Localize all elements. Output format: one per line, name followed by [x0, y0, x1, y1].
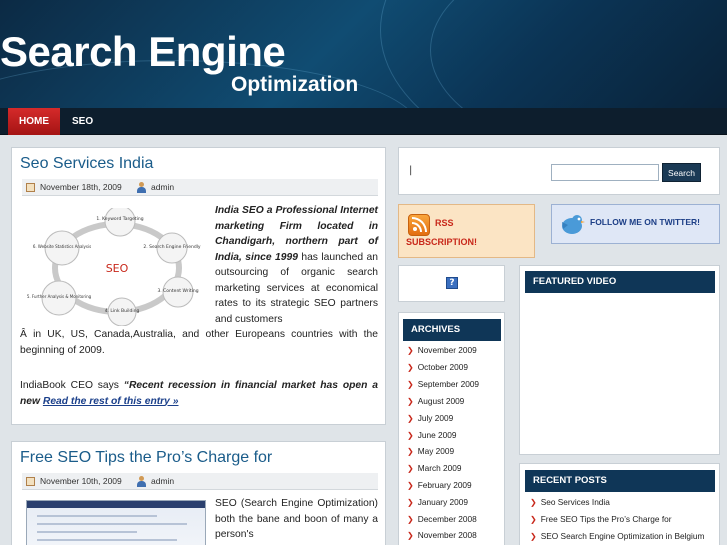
post-author[interactable]: admin [151, 473, 174, 490]
search-label: | [409, 165, 413, 176]
post-quote: IndiaBook CEO says “Recent recession in … [20, 378, 378, 409]
user-icon [136, 182, 147, 193]
archive-item[interactable]: ❯ October 2009 [407, 362, 468, 372]
arrow-bullet-icon: ❯ [530, 515, 537, 524]
nav-item-home[interactable]: HOME [8, 108, 60, 135]
recent-post-link[interactable]: ❯ SEO Search Engine Optimization in Belgi… [530, 531, 704, 541]
recent-posts-title: RECENT POSTS [525, 470, 715, 492]
recent-post-link[interactable]: ❯ Seo Services India [530, 497, 610, 507]
diagram-step: 6. Website Statistics Analysis [33, 244, 91, 249]
diagram-step: 2. Search Engine Friendly [143, 244, 201, 250]
search-button[interactable]: Search [662, 163, 701, 182]
twitter-label[interactable]: FOLLOW ME ON TWITTER! [590, 217, 700, 227]
archive-item[interactable]: ❯ December 2008 [407, 514, 477, 524]
archive-item[interactable]: ❯ February 2009 [407, 480, 472, 490]
post-title[interactable]: Free SEO Tips the Pro’s Charge for [20, 449, 272, 467]
diagram-step: 5. Further Analysis & Monitoring [27, 294, 92, 299]
header-swirl [430, 0, 727, 108]
post-author[interactable]: admin [151, 179, 174, 196]
arrow-bullet-icon: ❯ [407, 397, 414, 406]
archive-item[interactable]: ❯ November 2009 [407, 345, 477, 355]
arrow-bullet-icon: ❯ [407, 498, 414, 507]
arrow-bullet-icon: ❯ [407, 431, 414, 440]
arrow-bullet-icon: ❯ [407, 380, 414, 389]
archive-item[interactable]: ❯ January 2009 [407, 497, 468, 507]
archives-widget: ARCHIVES ❯ November 2009 ❯ October 2009 ❯ S… [398, 312, 505, 545]
post-thumbnail [26, 500, 206, 545]
rss-label-sub[interactable]: SUBSCRIPTION! [406, 237, 477, 247]
diagram-step: 3. Content Writing [157, 288, 198, 294]
calendar-icon [26, 183, 35, 192]
site-header: Search Engine Optimization [0, 0, 727, 108]
post-excerpt: India SEO a Professional Internet market… [215, 203, 378, 327]
diagram-center-label: SEO [106, 262, 129, 275]
arrow-bullet-icon: ❯ [407, 464, 414, 473]
arrow-bullet-icon: ❯ [407, 363, 414, 372]
post-title[interactable]: Seo Services India [20, 155, 153, 173]
featured-video-widget: FEATURED VIDEO [519, 265, 720, 455]
arrow-bullet-icon: ❯ [407, 481, 414, 490]
recent-posts-widget: RECENT POSTS ❯ Seo Services India ❯ Free S… [519, 463, 720, 545]
post-excerpt-cont: Â in UK, US, Canada,Australia, and other… [20, 329, 378, 356]
twitter-follow[interactable]: FOLLOW ME ON TWITTER! [551, 204, 720, 244]
read-more-link[interactable]: Read the rest of this entry » [43, 396, 179, 407]
seo-process-diagram: 1. Keyword Targeting 2. Search Engine Fr… [27, 208, 201, 326]
nav-item-seo[interactable]: SEO [72, 108, 93, 135]
archive-item[interactable]: ❯ June 2009 [407, 430, 456, 440]
arrow-bullet-icon: ❯ [407, 515, 414, 524]
diagram-step: 4. Link Building [105, 308, 140, 314]
arrow-bullet-icon: ❯ [407, 346, 414, 355]
post-date: November 10th, 2009 [40, 476, 122, 486]
question-mark-icon[interactable]: ? [446, 277, 458, 289]
archives-title: ARCHIVES [403, 319, 501, 341]
rss-icon [408, 214, 430, 236]
arrow-bullet-icon: ❯ [530, 498, 537, 507]
user-icon [136, 476, 147, 487]
post-meta: November 18th, 2009 admin [22, 179, 378, 196]
post-meta: November 10th, 2009 admin [22, 473, 378, 490]
rss-subscription[interactable]: RSS SUBSCRIPTION! [398, 204, 535, 258]
post-card: Free SEO Tips the Pro’s Charge for Novem… [11, 441, 386, 545]
archive-item[interactable]: ❯ August 2009 [407, 396, 464, 406]
diagram-step: 1. Keyword Targeting [96, 216, 143, 222]
quote-prefix: IndiaBook CEO says [20, 380, 124, 391]
site-subtitle: Optimization [231, 73, 359, 96]
site-title[interactable]: Search Engine [0, 31, 286, 73]
archive-item[interactable]: ❯ September 2009 [407, 379, 479, 389]
archive-item[interactable]: ❯ May 2009 [407, 446, 454, 456]
rss-label[interactable]: RSS [435, 218, 454, 228]
featured-video-title: FEATURED VIDEO [525, 271, 715, 293]
twitter-bird-icon [562, 215, 585, 234]
recent-post-link[interactable]: ❯ Free SEO Tips the Pro’s Charge for [530, 514, 672, 524]
arrow-bullet-icon: ❯ [407, 447, 414, 456]
post-excerpt: SEO (Search Engine Optimization) both th… [215, 498, 378, 540]
badge-widget: ? [398, 265, 505, 302]
search-input[interactable] [551, 164, 659, 181]
archive-item[interactable]: ❯ November 2008 [407, 530, 477, 540]
arrow-bullet-icon: ❯ [407, 414, 414, 423]
archive-item[interactable]: ❯ July 2009 [407, 413, 453, 423]
calendar-icon [26, 477, 35, 486]
post-date: November 18th, 2009 [40, 182, 122, 192]
archive-item[interactable]: ❯ March 2009 [407, 463, 462, 473]
main-nav: HOME SEO [0, 108, 727, 135]
arrow-bullet-icon: ❯ [530, 532, 537, 541]
arrow-bullet-icon: ❯ [407, 531, 414, 540]
post-card: Seo Services India November 18th, 2009 a… [11, 147, 386, 425]
search-widget: | Search [398, 147, 720, 195]
